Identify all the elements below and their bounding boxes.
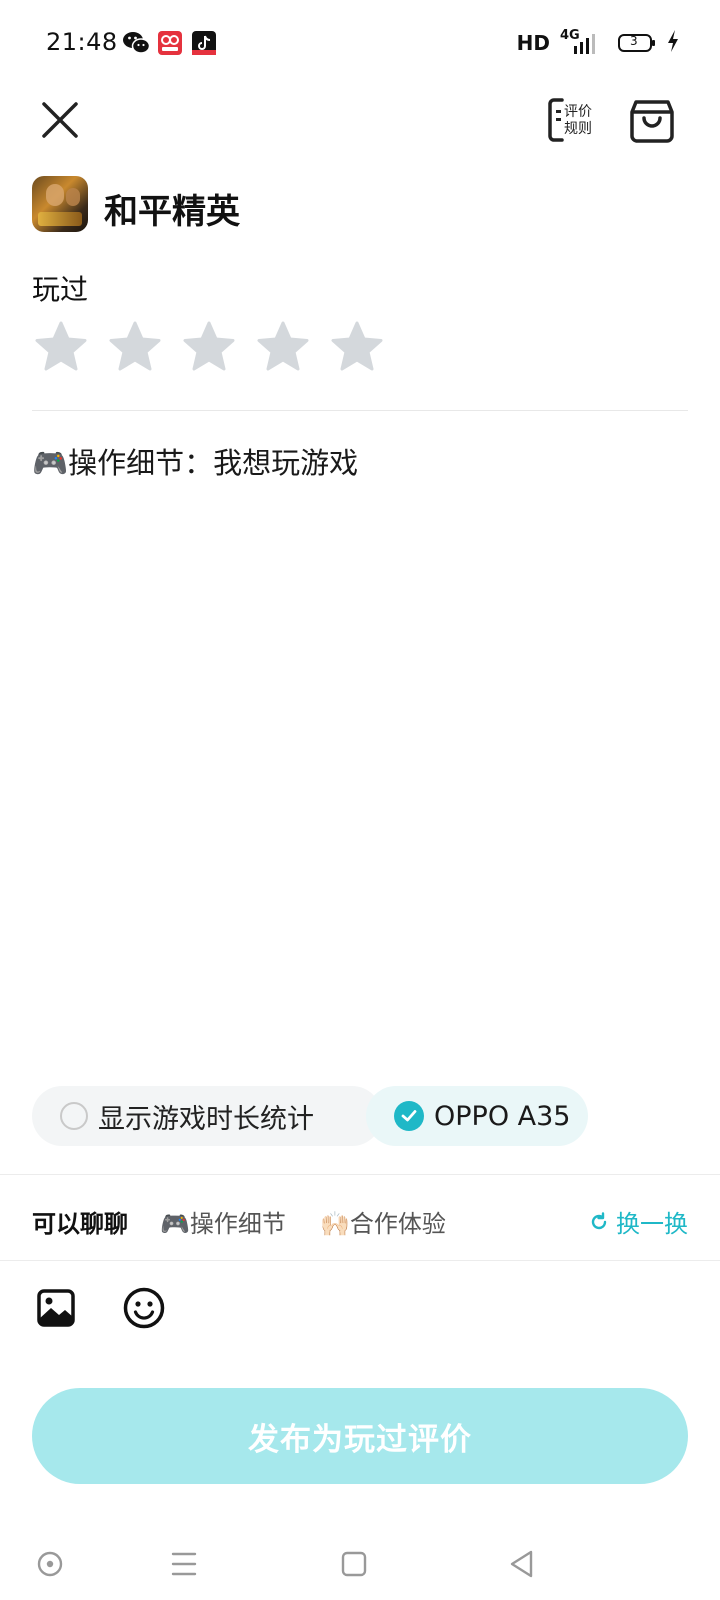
publish-button[interactable]: 发布为玩过评价: [32, 1388, 688, 1484]
menu-icon[interactable]: [164, 1544, 204, 1584]
status-time: 21:48: [46, 28, 118, 56]
game-app-icon: [32, 176, 88, 232]
suggestions-label: 可以聊聊: [32, 1210, 128, 1238]
topic-suggestions: 可以聊聊 🎮操作细节 🙌🏻合作体验 换一换: [32, 1204, 688, 1244]
divider: [0, 1260, 720, 1261]
bag-button[interactable]: [628, 96, 676, 146]
game-title: 和平精英: [104, 192, 240, 232]
device-label: OPPO A35: [434, 1100, 571, 1132]
star-4-icon[interactable]: [256, 320, 310, 374]
star-3-icon[interactable]: [182, 320, 236, 374]
battery-icon: 3: [618, 33, 658, 53]
refresh-icon: [591, 1211, 607, 1229]
signal-icon: 4G: [558, 28, 598, 56]
insert-image-button[interactable]: [36, 1288, 76, 1328]
divider: [0, 1174, 720, 1175]
review-page: 21:48 HD 4G 3 评价规则 和平精英 玩过 🎮操作细节：我想玩游戏 显…: [0, 0, 720, 1600]
star-5-icon[interactable]: [330, 320, 384, 374]
status-indicators: HD 4G 3: [517, 28, 680, 58]
star-2-icon[interactable]: [108, 320, 162, 374]
radio-unchecked-icon: [60, 1102, 88, 1130]
network-type: HD: [516, 31, 550, 55]
status-bar: 21:48 HD 4G 3: [0, 0, 720, 88]
square-icon[interactable]: [334, 1544, 374, 1584]
review-textarea[interactable]: 🎮操作细节：我想玩游戏: [32, 440, 358, 482]
rules-label: 评价规则: [564, 104, 592, 137]
star-rating: [34, 320, 384, 374]
app-icon-red: [157, 30, 183, 60]
check-circle-icon: [394, 1101, 424, 1131]
review-rules-button[interactable]: 评价规则: [548, 96, 604, 146]
battery-level: 3: [630, 34, 638, 48]
refresh-suggestions-button[interactable]: 换一换: [588, 1204, 688, 1239]
back-icon[interactable]: [502, 1544, 542, 1584]
show-playtime-toggle[interactable]: 显示游戏时长统计: [32, 1086, 382, 1146]
close-button[interactable]: [34, 96, 84, 146]
system-nav-bar: [0, 1530, 720, 1600]
close-icon: [42, 102, 78, 138]
emoji-icon: [123, 1287, 165, 1329]
suggestion-item[interactable]: 🎮操作细节: [160, 1204, 286, 1239]
device-toggle[interactable]: OPPO A35: [366, 1086, 588, 1146]
star-1-icon[interactable]: [34, 320, 88, 374]
tiktok-icon: [191, 30, 217, 60]
suggestion-item[interactable]: 🙌🏻合作体验: [320, 1204, 446, 1239]
charging-icon: [666, 29, 680, 57]
home-circle-icon[interactable]: [30, 1544, 70, 1584]
played-label: 玩过: [32, 273, 89, 306]
image-icon: [37, 1289, 75, 1327]
wechat-icon: [122, 30, 151, 60]
divider: [32, 410, 688, 411]
playtime-label: 显示游戏时长统计: [98, 1103, 314, 1135]
shopping-bag-icon: [630, 100, 674, 143]
refresh-label: 换一换: [616, 1210, 688, 1238]
insert-emoji-button[interactable]: [122, 1286, 166, 1330]
